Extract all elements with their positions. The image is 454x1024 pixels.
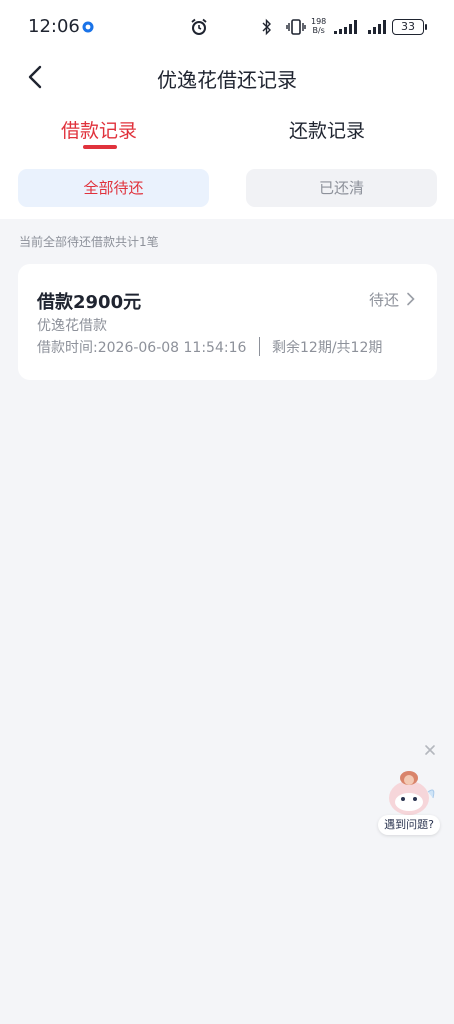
loan-time: 借款时间:2026-06-08 11:54:16 bbox=[37, 340, 247, 356]
page-title: 优逸花借还记录 bbox=[157, 68, 297, 92]
vibrate-icon bbox=[286, 19, 306, 35]
loan-amount: 借款2900元 bbox=[37, 292, 142, 313]
active-tab-indicator bbox=[83, 145, 117, 149]
battery-icon: 33 bbox=[392, 19, 424, 35]
filter-all-pending[interactable]: 全部待还 bbox=[18, 169, 209, 207]
filter-cleared[interactable]: 已还清 bbox=[246, 169, 437, 207]
signal-icon bbox=[368, 20, 386, 34]
close-icon[interactable] bbox=[424, 744, 436, 756]
divider bbox=[259, 337, 260, 356]
tab-repay-records[interactable]: 还款记录 bbox=[289, 116, 365, 143]
alarm-icon bbox=[191, 18, 207, 35]
status-bar: 12:06 198 B/s 33 bbox=[0, 0, 454, 56]
battery-tip bbox=[425, 24, 427, 30]
status-time: 12:06 bbox=[28, 16, 80, 37]
network-speed: 198 B/s bbox=[311, 17, 326, 35]
loan-product: 优逸花借款 bbox=[37, 318, 107, 334]
chevron-right-icon bbox=[407, 292, 415, 306]
help-button[interactable]: 遇到问题? bbox=[378, 815, 440, 835]
pending-summary: 当前全部待还借款共计1笔 bbox=[19, 235, 159, 249]
loan-periods: 剩余12期/共12期 bbox=[272, 340, 383, 356]
signal-icon bbox=[334, 20, 357, 34]
bluetooth-icon bbox=[262, 18, 271, 36]
network-speed-value: 198 bbox=[311, 17, 327, 26]
loan-card[interactable]: 借款2900元 待还 优逸花借款 借款时间:2026-06-08 11:54:1… bbox=[18, 264, 437, 380]
tab-borrow-records[interactable]: 借款记录 bbox=[61, 116, 137, 143]
loan-status: 待还 bbox=[369, 291, 400, 309]
app-notification-icon bbox=[82, 21, 94, 33]
network-speed-unit: B/s bbox=[312, 26, 325, 35]
